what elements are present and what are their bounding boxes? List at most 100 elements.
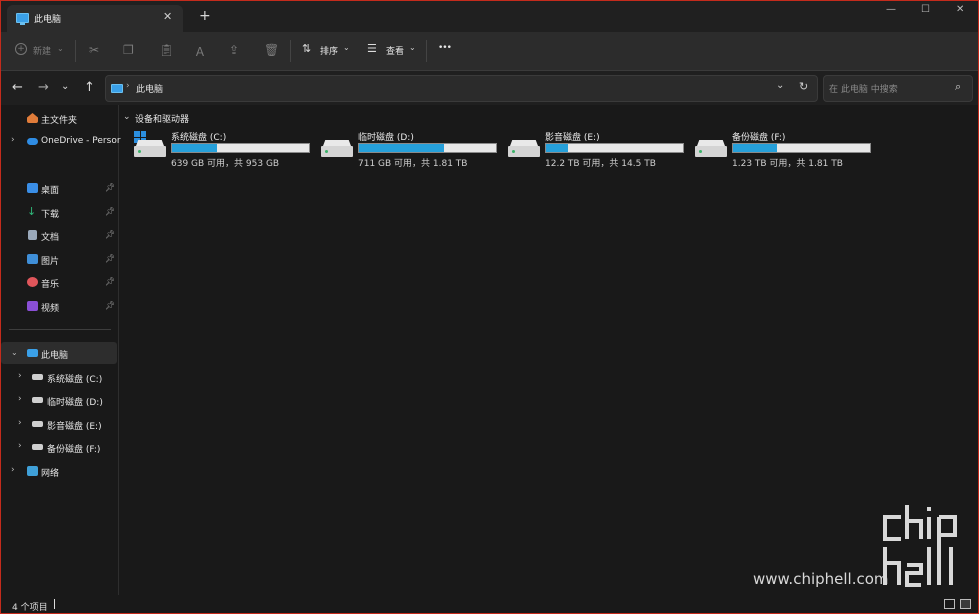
drive-name: 影音磁盘 (E:) bbox=[545, 133, 600, 143]
rename-icon[interactable]: Ａ bbox=[194, 43, 206, 60]
sidebar-item-videos[interactable]: 视频 📌︎ bbox=[1, 295, 117, 317]
pin-icon: 📌︎ bbox=[105, 230, 116, 239]
search-placeholder: 在 此电脑 中搜索 bbox=[829, 85, 898, 95]
delete-icon[interactable]: 🗑︎ bbox=[264, 43, 279, 57]
recent-chevron-icon[interactable]: ⌄ bbox=[61, 81, 69, 92]
sidebar-item-label: 备份磁盘 (F:) bbox=[47, 445, 101, 455]
drive-usage-bar bbox=[358, 143, 497, 153]
search-box[interactable]: 在 此电脑 中搜索 ⌕ bbox=[823, 75, 973, 102]
sidebar-item-drive-f[interactable]: › 备份磁盘 (F:) bbox=[1, 436, 117, 458]
this-pc-icon bbox=[111, 84, 123, 93]
title-bar: 此电脑 ✕ + — ☐ ✕ bbox=[1, 1, 978, 32]
new-tab-button[interactable]: + bbox=[199, 8, 211, 24]
refresh-icon[interactable]: ↻ bbox=[799, 80, 808, 93]
sidebar-divider bbox=[9, 329, 111, 330]
copy-icon[interactable]: ❐ bbox=[123, 43, 134, 57]
drive-name: 系统磁盘 (C:) bbox=[171, 133, 227, 143]
expand-chevron-icon[interactable]: › bbox=[18, 394, 22, 404]
drive-tile[interactable]: 临时磁盘 (D:) 711 GB 可用，共 1.81 TB bbox=[321, 129, 501, 169]
group-collapse-chevron-icon[interactable]: ⌄ bbox=[123, 112, 131, 122]
pin-icon: 📌︎ bbox=[105, 183, 116, 192]
new-button[interactable]: + 新建 ⌄ bbox=[15, 42, 75, 60]
expand-chevron-icon[interactable]: › bbox=[11, 465, 15, 475]
document-icon bbox=[28, 230, 37, 240]
sidebar-item-label: 网络 bbox=[41, 469, 60, 479]
separator bbox=[75, 40, 76, 62]
drive-space-text: 12.2 TB 可用，共 14.5 TB bbox=[545, 159, 656, 169]
expand-chevron-icon[interactable]: › bbox=[11, 135, 15, 145]
paste-icon[interactable]: 📋︎ bbox=[159, 43, 174, 57]
drive-tile[interactable]: 系统磁盘 (C:) 639 GB 可用，共 953 GB bbox=[134, 129, 314, 169]
sidebar-item-label: 文档 bbox=[41, 233, 60, 243]
expand-chevron-icon[interactable]: › bbox=[18, 371, 22, 381]
forward-arrow-icon[interactable]: → bbox=[38, 80, 49, 95]
share-icon[interactable]: ⇪ bbox=[229, 43, 239, 57]
sidebar-item-label: 影音磁盘 (E:) bbox=[47, 422, 102, 432]
sidebar-item-this-pc[interactable]: ⌄ 此电脑 bbox=[1, 342, 117, 364]
sidebar-item-desktop[interactable]: 桌面 📌︎ bbox=[1, 177, 117, 199]
pin-icon: 📌︎ bbox=[105, 254, 116, 263]
cloud-icon bbox=[27, 138, 38, 145]
sidebar-item-label: 桌面 bbox=[41, 186, 60, 196]
tab-this-pc[interactable]: 此电脑 ✕ bbox=[7, 5, 183, 32]
drive-usage-bar bbox=[732, 143, 871, 153]
cut-icon[interactable]: ✂ bbox=[89, 43, 99, 57]
system-drive-icon bbox=[32, 374, 43, 380]
sidebar-item-drive-d[interactable]: › 临时磁盘 (D:) bbox=[1, 389, 117, 411]
address-bar[interactable]: › 此电脑 ⌄ ↻ bbox=[105, 75, 818, 102]
maximize-button[interactable]: ☐ bbox=[921, 4, 930, 15]
view-button[interactable]: ☰ 查看 ⌄ bbox=[367, 42, 419, 60]
sidebar-item-network[interactable]: › 网络 bbox=[1, 460, 117, 482]
details-view-icon[interactable] bbox=[944, 599, 955, 609]
drive-name: 临时磁盘 (D:) bbox=[358, 133, 414, 143]
separator bbox=[426, 40, 427, 62]
drive-icon bbox=[32, 421, 43, 427]
this-pc-icon bbox=[16, 13, 29, 25]
navigation-pane: 主文件夹 › OneDrive - Persor 桌面 📌︎ ↓ 下载 📌︎ 文… bbox=[1, 105, 121, 595]
drive-icon bbox=[695, 140, 727, 157]
sidebar-item-documents[interactable]: 文档 📌︎ bbox=[1, 224, 117, 246]
up-arrow-icon[interactable]: ↑ bbox=[84, 80, 95, 95]
tab-title: 此电脑 bbox=[34, 15, 62, 25]
tiles-view-icon[interactable] bbox=[960, 599, 971, 609]
expand-chevron-icon[interactable]: › bbox=[18, 441, 22, 451]
minimize-button[interactable]: — bbox=[886, 4, 896, 15]
sidebar-item-label: OneDrive - Persor bbox=[41, 136, 121, 146]
drive-usage-fill bbox=[172, 144, 218, 152]
chiphell-logo-watermark bbox=[883, 505, 957, 587]
search-icon[interactable]: ⌕ bbox=[955, 80, 961, 94]
address-history-chevron-icon[interactable]: ⌄ bbox=[776, 80, 784, 91]
sidebar-item-music[interactable]: 音乐 📌︎ bbox=[1, 271, 117, 293]
sidebar-item-home[interactable]: 主文件夹 bbox=[1, 107, 117, 129]
close-window-button[interactable]: ✕ bbox=[956, 4, 964, 15]
drive-usage-fill bbox=[733, 144, 777, 152]
tab-close-icon[interactable]: ✕ bbox=[163, 10, 172, 23]
drive-tile[interactable]: 备份磁盘 (F:) 1.23 TB 可用，共 1.81 TB bbox=[695, 129, 875, 169]
sidebar-item-drive-e[interactable]: › 影音磁盘 (E:) bbox=[1, 413, 117, 435]
sidebar-item-pictures[interactable]: 图片 📌︎ bbox=[1, 248, 117, 270]
pictures-icon bbox=[27, 254, 38, 264]
address-row: ← → ⌄ ↑ › 此电脑 ⌄ ↻ 在 此电脑 中搜索 ⌕ bbox=[1, 71, 978, 105]
expand-chevron-icon[interactable]: › bbox=[18, 418, 22, 428]
breadcrumb-this-pc[interactable]: 此电脑 bbox=[136, 82, 163, 95]
sidebar-item-label: 音乐 bbox=[41, 280, 60, 290]
back-arrow-icon[interactable]: ← bbox=[12, 80, 23, 95]
sidebar-item-label: 视频 bbox=[41, 304, 60, 314]
pin-icon: 📌︎ bbox=[105, 277, 116, 286]
sidebar-item-onedrive[interactable]: › OneDrive - Persor bbox=[1, 130, 121, 152]
sidebar-item-label: 临时磁盘 (D:) bbox=[47, 398, 103, 408]
sidebar-item-downloads[interactable]: ↓ 下载 📌︎ bbox=[1, 201, 117, 223]
item-count: 4 个项目 bbox=[12, 603, 48, 613]
sort-icon: ⇅ bbox=[302, 42, 312, 55]
video-icon bbox=[27, 301, 38, 311]
this-pc-icon bbox=[27, 349, 38, 357]
status-bar: 4 个项目 bbox=[1, 595, 978, 613]
pin-icon: 📌︎ bbox=[105, 301, 116, 310]
drive-icon bbox=[321, 140, 353, 157]
sort-button[interactable]: ⇅ 排序 ⌄ bbox=[302, 42, 354, 60]
drive-usage-fill bbox=[359, 144, 444, 152]
sidebar-item-drive-c[interactable]: › 系统磁盘 (C:) bbox=[1, 366, 117, 388]
more-options-icon[interactable]: ••• bbox=[438, 43, 452, 53]
collapse-chevron-icon[interactable]: ⌄ bbox=[11, 348, 18, 357]
drive-tile[interactable]: 影音磁盘 (E:) 12.2 TB 可用，共 14.5 TB bbox=[508, 129, 688, 169]
